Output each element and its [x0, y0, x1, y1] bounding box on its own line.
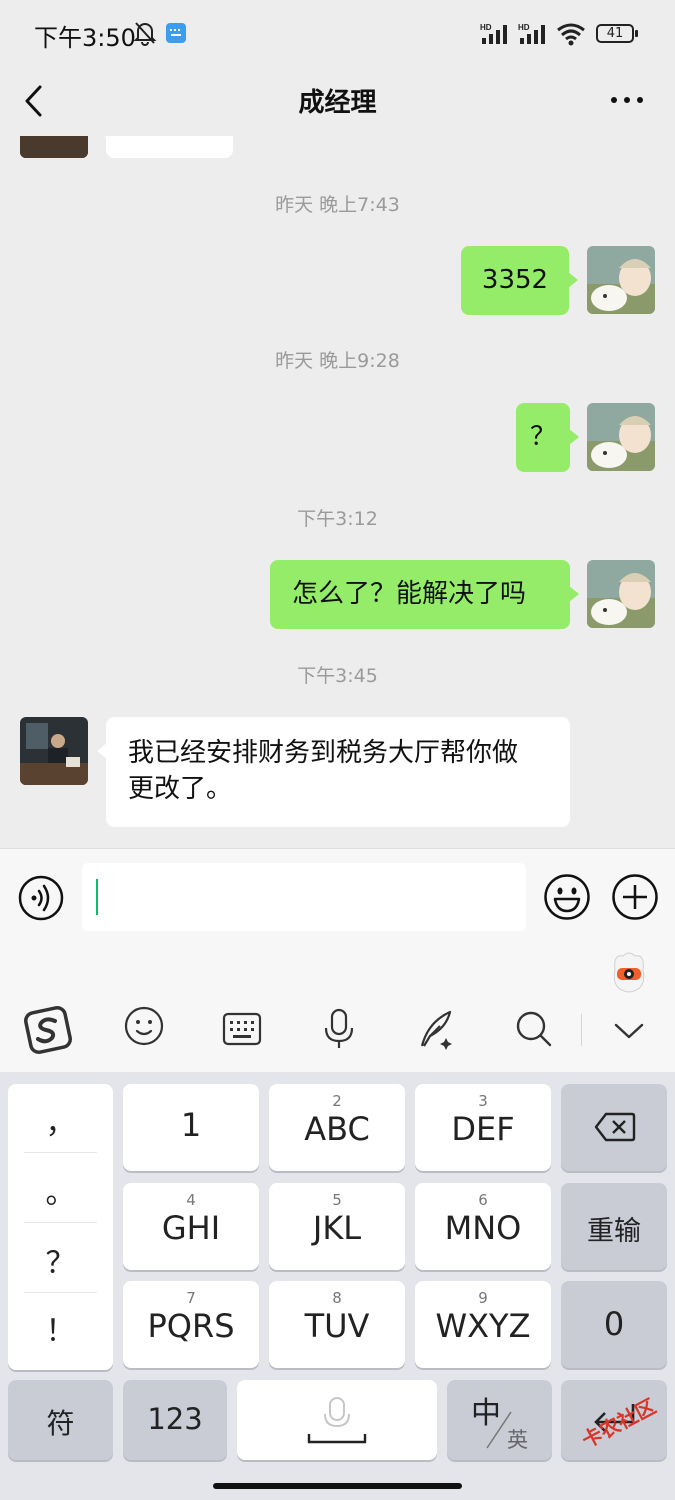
key-label: JKL: [312, 1209, 362, 1247]
keyboard-layout-icon[interactable]: [222, 1012, 262, 1046]
key-label: 1: [180, 1106, 202, 1144]
message-input[interactable]: [82, 863, 526, 931]
numeric-key[interactable]: 123: [123, 1380, 227, 1460]
message-timestamp: 昨天 晚上9:28: [275, 350, 400, 372]
lang-sub-label: 英: [507, 1428, 528, 1452]
message-bubble-outgoing[interactable]: 3352: [461, 246, 578, 315]
message-input-bar: [0, 848, 675, 946]
message-list[interactable]: 昨天 晚上7:43 3352 昨天 晚上9:28 ？ 下午3:12 怎么了？能解…: [0, 136, 675, 848]
key-label: 符: [46, 1407, 75, 1440]
reenter-key[interactable]: 重输: [561, 1183, 667, 1270]
message-bubble-incoming[interactable]: 我已经安排财务到税务大厅帮你做 更改了。: [97, 717, 570, 827]
keyboard-notification-icon: [166, 23, 186, 43]
key-0[interactable]: 0: [561, 1281, 667, 1368]
keyboard-toolbar: [0, 946, 675, 1072]
battery-indicator: 41: [596, 24, 638, 43]
message-bubble-partial[interactable]: [97, 136, 233, 158]
message-timestamp: 下午3:12: [297, 508, 378, 530]
key-5-jkl[interactable]: 5 JKL: [269, 1183, 405, 1270]
message-text: 怎么了？能解决了吗: [292, 579, 527, 609]
message-text: 3352: [481, 265, 549, 295]
toolbar-divider: [581, 1014, 582, 1046]
chat-title: 成经理: [298, 88, 377, 118]
key-label: TUV: [304, 1307, 370, 1345]
key-label: PQRS: [147, 1307, 235, 1345]
space-mic-icon: [307, 1397, 367, 1444]
my-avatar[interactable]: [587, 246, 655, 314]
contact-avatar[interactable]: [20, 136, 88, 158]
key-3-def[interactable]: 3 DEF: [415, 1084, 551, 1171]
more-options-icon[interactable]: [610, 96, 644, 104]
message-text: ？: [529, 422, 556, 452]
punct-key-question[interactable]: ？: [8, 1238, 113, 1282]
my-avatar[interactable]: [587, 560, 655, 628]
punct-divider: [24, 1152, 97, 1153]
key-label: GHI: [161, 1209, 221, 1247]
signal-hd-icon-2: HD: [518, 23, 545, 44]
contact-avatar[interactable]: [20, 717, 88, 785]
key-6-mno[interactable]: 6 MNO: [415, 1183, 551, 1270]
plus-icon[interactable]: [611, 873, 659, 921]
message-text-line: 更改了。: [128, 774, 233, 804]
key-number: 9: [478, 1289, 488, 1307]
status-time: 下午3:50: [34, 24, 136, 52]
backspace-key[interactable]: [561, 1084, 667, 1171]
svg-text:HD: HD: [518, 23, 530, 32]
sogou-logo-icon[interactable]: [22, 1004, 74, 1056]
key-8-tuv[interactable]: 8 TUV: [269, 1281, 405, 1368]
punct-divider: [24, 1292, 97, 1293]
text-caret: [96, 879, 98, 915]
signal-hd-icon-1: HD: [480, 23, 507, 44]
key-number: 4: [186, 1191, 196, 1209]
punctuation-column[interactable]: ， 。 ？ ！: [8, 1084, 113, 1370]
punct-key-comma[interactable]: ，: [8, 1098, 113, 1142]
key-number: 2: [332, 1092, 342, 1110]
status-bar: 下午3:50 HD HD 41: [0, 0, 675, 66]
bell-muted-icon: [133, 22, 157, 46]
key-label: WXYZ: [435, 1307, 531, 1345]
message-text-line: 我已经安排财务到税务大厅帮你做: [128, 738, 519, 768]
key-9-wxyz[interactable]: 9 WXYZ: [415, 1281, 551, 1368]
emoji-icon[interactable]: [543, 873, 591, 921]
collapse-keyboard-chevron-icon[interactable]: [614, 1022, 644, 1040]
key-label: DEF: [451, 1110, 515, 1148]
microphone-icon[interactable]: [322, 1008, 356, 1050]
punct-key-period[interactable]: 。: [8, 1168, 113, 1212]
key-label: MNO: [444, 1209, 522, 1247]
symbol-key[interactable]: 符: [8, 1380, 113, 1460]
voice-input-icon[interactable]: [18, 875, 64, 921]
message-bubble-outgoing[interactable]: ？: [516, 403, 579, 472]
key-number: 7: [186, 1289, 196, 1307]
language-switch-key[interactable]: 中 英: [447, 1380, 552, 1460]
message-bubble-outgoing[interactable]: 怎么了？能解决了吗: [270, 560, 579, 629]
key-label: ABC: [304, 1110, 370, 1148]
chat-header: 成经理: [0, 66, 675, 136]
key-number: 6: [478, 1191, 488, 1209]
my-avatar[interactable]: [587, 403, 655, 471]
emoticon-icon[interactable]: [124, 1006, 164, 1046]
home-indicator[interactable]: [213, 1483, 462, 1489]
key-label: 123: [147, 1402, 203, 1436]
key-7-pqrs[interactable]: 7 PQRS: [123, 1281, 259, 1368]
key-2-abc[interactable]: 2 ABC: [269, 1084, 405, 1171]
wifi-icon: [557, 23, 585, 46]
search-icon[interactable]: [515, 1010, 553, 1048]
message-timestamp: 下午3:45: [297, 665, 378, 687]
handwriting-quill-icon[interactable]: [416, 1008, 458, 1050]
punct-key-exclamation[interactable]: ！: [8, 1306, 113, 1350]
punct-divider: [24, 1222, 97, 1223]
backspace-icon: [594, 1112, 636, 1142]
key-number: 3: [478, 1092, 488, 1110]
key-number: 8: [332, 1289, 342, 1307]
key-label: 0: [603, 1305, 625, 1343]
keyboard: ， 。 ？ ！ 1 2 ABC 3 DEF 4 GHI 5 JKL 6 MNO …: [0, 1072, 675, 1500]
key-label: 重输: [587, 1216, 641, 1247]
keyboard-mascot-icon[interactable]: [609, 950, 649, 994]
message-timestamp: 昨天 晚上7:43: [275, 194, 400, 216]
key-number: 5: [332, 1191, 342, 1209]
key-1[interactable]: 1: [123, 1084, 259, 1171]
svg-text:HD: HD: [480, 23, 492, 32]
key-4-ghi[interactable]: 4 GHI: [123, 1183, 259, 1270]
space-key[interactable]: [237, 1380, 437, 1460]
